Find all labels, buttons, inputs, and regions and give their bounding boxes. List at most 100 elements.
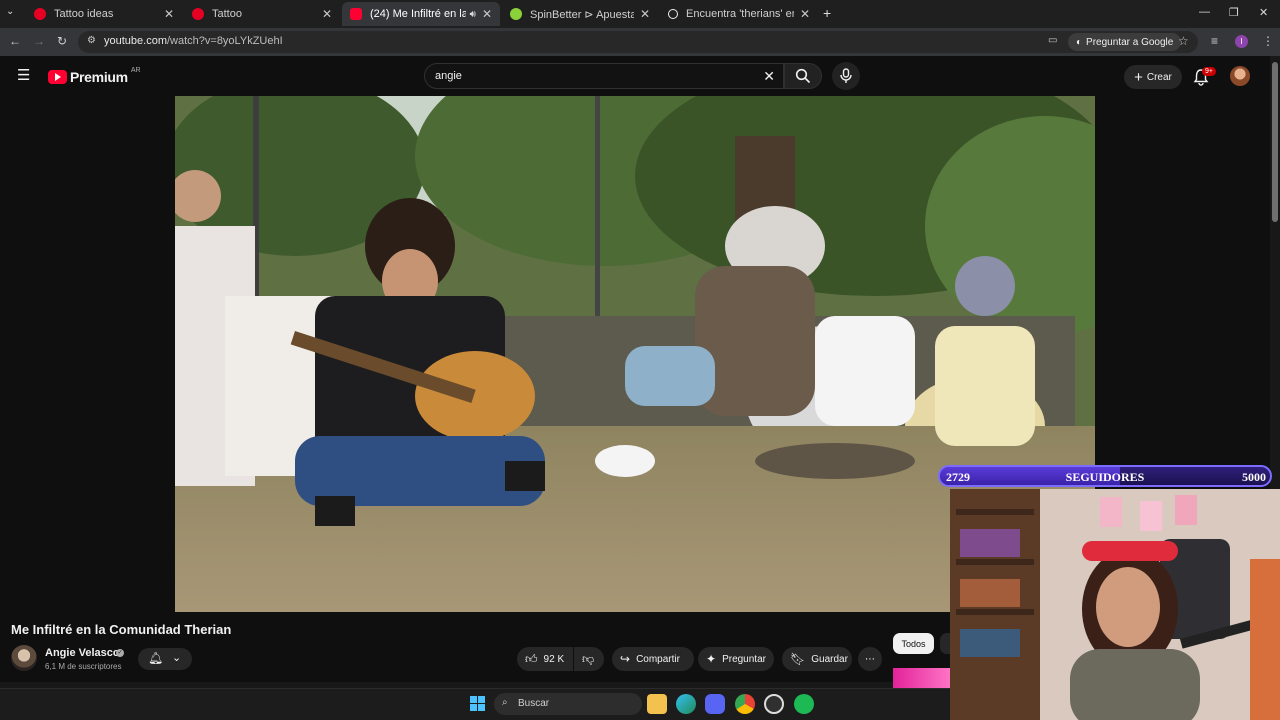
url-text: youtube.com/watch?v=8yoLYkZUehI xyxy=(104,35,283,47)
tab-title: Encuentra 'therians' en TikTok | xyxy=(686,8,794,20)
pinterest-icon xyxy=(192,8,204,20)
bell-icon: 🔔︎ xyxy=(148,651,164,665)
more-horizontal-icon: ⋯ xyxy=(865,653,875,665)
discord-icon[interactable] xyxy=(705,694,725,714)
followers-goal: 5000 xyxy=(1242,470,1266,484)
plus-icon: + xyxy=(1134,68,1143,86)
logo-wordmark: Premium xyxy=(70,69,128,85)
browser-tab-strip: ⌄ Tattoo ideas ✕ Tattoo ✕ (24) Me Infilt… xyxy=(0,0,1280,28)
tab-title: Tattoo ideas xyxy=(54,8,114,20)
ask-label: Preguntar xyxy=(722,653,766,665)
youtube-icon xyxy=(350,8,362,20)
search-input[interactable]: angie ✕ xyxy=(424,63,784,89)
taskbar-search[interactable]: ⌕ Buscar xyxy=(494,693,642,715)
tab-title: Tattoo xyxy=(212,8,242,20)
notifications-badge: 9+ xyxy=(1202,67,1216,76)
followers-goal-bar: 2729 SEGUIDORES 5000 xyxy=(938,465,1272,487)
hamburger-menu-icon[interactable]: ☰ xyxy=(17,66,30,84)
tab-tiktok[interactable]: Encuentra 'therians' en TikTok | ✕ xyxy=(660,2,818,26)
video-title: Me Infiltré en la Comunidad Therian xyxy=(11,622,232,637)
google-lens-icon: ◐ xyxy=(1076,36,1083,48)
new-tab-button[interactable]: + xyxy=(823,5,831,21)
cast-icon[interactable]: ▭ xyxy=(1048,35,1057,46)
tab-tattoo-ideas[interactable]: Tattoo ideas ✕ xyxy=(26,2,182,26)
close-tab-icon[interactable]: ✕ xyxy=(482,7,492,21)
chevron-down-icon: ⌄ xyxy=(172,652,182,664)
ask-button[interactable]: ✦ Preguntar xyxy=(698,647,774,671)
ask-google-button[interactable]: ◐ Preguntar a Google xyxy=(1068,33,1182,51)
close-tab-icon[interactable]: ✕ xyxy=(800,7,810,21)
media-controls-icon[interactable]: ≡ xyxy=(1211,34,1218,48)
address-bar[interactable]: ⚙ youtube.com/watch?v=8yoLYkZUehI ▭ ◐ Pr… xyxy=(78,31,1198,53)
minimize-icon[interactable]: — xyxy=(1199,6,1210,18)
dislike-button[interactable]: 👎︎ xyxy=(574,647,604,671)
kebab-menu-icon[interactable]: ⋮ xyxy=(1262,34,1274,48)
site-info-icon[interactable]: ⚙ xyxy=(87,35,96,46)
bookmark-star-icon[interactable]: ☆ xyxy=(1178,34,1189,48)
bookmark-icon: 🔖︎ xyxy=(790,652,806,666)
tab-search-menu-icon[interactable]: ⌄ xyxy=(6,6,14,17)
chip-todos[interactable]: Todos xyxy=(893,633,934,654)
channel-avatar[interactable] xyxy=(11,645,37,671)
spinbetter-icon xyxy=(510,8,522,20)
search-button[interactable] xyxy=(784,63,822,89)
save-button[interactable]: 🔖︎ Guardar xyxy=(782,647,852,671)
save-label: Guardar xyxy=(811,653,848,665)
ask-google-label: Preguntar a Google xyxy=(1086,36,1174,48)
clear-search-icon[interactable]: ✕ xyxy=(763,68,775,85)
voice-search-button[interactable] xyxy=(832,62,860,90)
search-value: angie xyxy=(435,70,462,82)
microphone-icon xyxy=(840,68,852,83)
more-actions-button[interactable]: ⋯ xyxy=(858,647,882,671)
restore-icon[interactable]: ❐ xyxy=(1229,6,1239,19)
recommended-thumbnail[interactable] xyxy=(893,668,951,688)
back-icon[interactable]: ← xyxy=(9,34,21,48)
tab-youtube-video[interactable]: (24) Me Infiltré en la Comuni 🔊︎ ✕ xyxy=(342,2,500,26)
youtube-play-icon xyxy=(48,70,67,84)
search-icon: ⌕ xyxy=(502,697,508,708)
chrome-icon[interactable] xyxy=(735,694,755,714)
share-button[interactable]: ↪ Compartir xyxy=(612,647,694,671)
tab-tattoo[interactable]: Tattoo ✕ xyxy=(184,2,340,26)
followers-label: SEGUIDORES xyxy=(1065,470,1145,484)
subscriber-count: 6,1 M de suscriptores xyxy=(45,662,122,671)
pinterest-icon xyxy=(34,8,46,20)
close-window-icon[interactable]: ✕ xyxy=(1259,6,1268,19)
thumbs-up-icon: 👍︎ xyxy=(525,651,538,666)
webcam-overlay xyxy=(950,489,1280,720)
share-label: Compartir xyxy=(636,653,680,665)
profile-avatar[interactable]: I xyxy=(1235,35,1248,48)
browser-toolbar: ← → ↻ ⚙ youtube.com/watch?v=8yoLYkZUehI … xyxy=(0,28,1280,56)
taskbar-search-placeholder: Buscar xyxy=(518,698,550,709)
speaker-icon[interactable]: 🔊︎ xyxy=(470,9,476,20)
tab-title: SpinBetter ⊳ Apuestas deportiv xyxy=(530,8,634,21)
search-icon xyxy=(795,68,811,84)
edge-icon[interactable] xyxy=(676,694,696,714)
channel-name[interactable]: Angie Velasco xyxy=(45,647,120,659)
close-tab-icon[interactable]: ✕ xyxy=(164,7,174,21)
webcam-frame xyxy=(950,489,1280,720)
obs-icon[interactable] xyxy=(764,694,784,714)
youtube-masthead: ☰ Premium AR angie ✕ + Crear xyxy=(0,56,1280,96)
share-icon: ↪ xyxy=(620,652,631,666)
tab-spinbetter[interactable]: SpinBetter ⊳ Apuestas deportiv ✕ xyxy=(502,2,658,26)
tab-title: (24) Me Infiltré en la Comuni xyxy=(370,8,466,20)
like-count: 92 K xyxy=(543,653,565,665)
scrollbar-thumb[interactable] xyxy=(1272,62,1278,222)
create-button[interactable]: + Crear xyxy=(1124,65,1182,89)
country-code: AR xyxy=(130,66,141,74)
tiktok-icon xyxy=(668,9,678,19)
spotify-icon[interactable] xyxy=(794,694,814,714)
subscribed-notifications-button[interactable]: 🔔︎ ⌄ xyxy=(138,648,192,670)
windows-start-icon[interactable] xyxy=(470,696,485,711)
forward-icon[interactable]: → xyxy=(33,34,45,48)
youtube-premium-logo[interactable]: Premium AR xyxy=(48,66,141,85)
account-avatar[interactable] xyxy=(1230,66,1250,86)
close-tab-icon[interactable]: ✕ xyxy=(322,7,332,21)
file-explorer-icon[interactable] xyxy=(647,694,667,714)
close-tab-icon[interactable]: ✕ xyxy=(640,7,650,21)
like-button[interactable]: 👍︎ 92 K xyxy=(517,647,573,671)
create-label: Crear xyxy=(1146,71,1172,83)
reload-icon[interactable]: ↻ xyxy=(57,34,67,48)
sparkle-icon: ✦ xyxy=(706,652,717,666)
